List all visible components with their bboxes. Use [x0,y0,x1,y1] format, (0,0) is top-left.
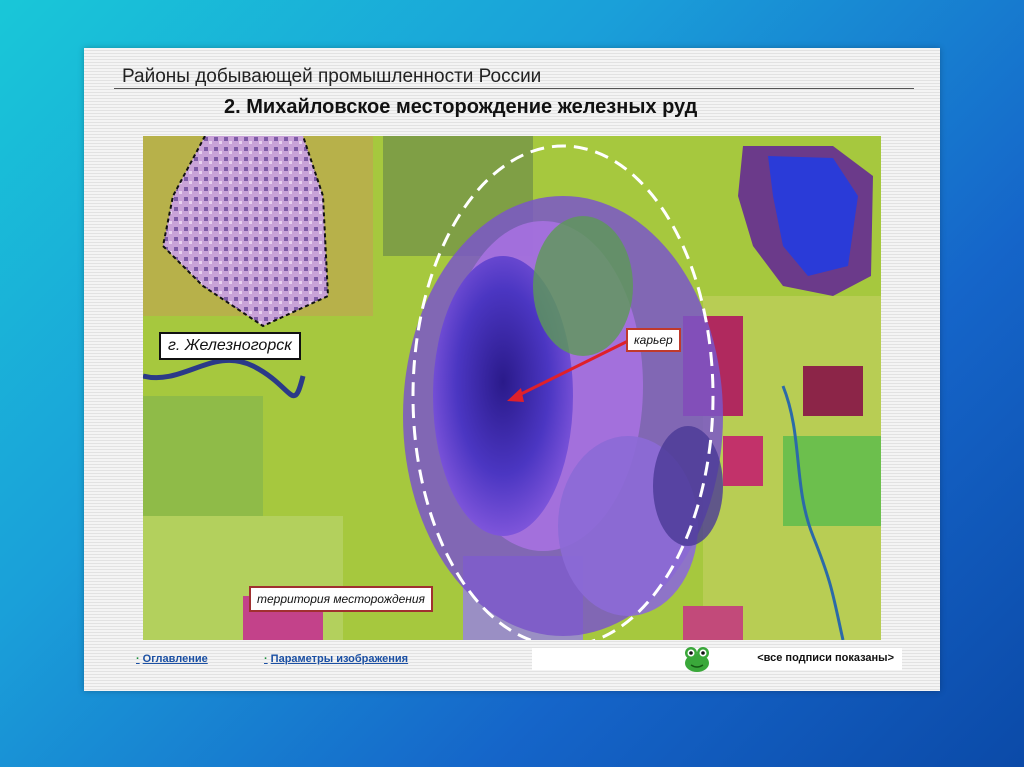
link-bullet: · [136,653,140,665]
table-of-contents-link[interactable]: · Оглавление [136,653,208,665]
city-label: г. Железногорск [159,332,301,360]
footer-bar: · Оглавление · Параметры изображения <все … [84,645,940,675]
captions-panel: <все подписи показаны> [532,647,902,672]
toc-link-label: Оглавление [142,653,208,665]
slide-panel: Районы добывающей промышленности России … [84,48,940,691]
pit-label: карьер [626,328,681,352]
field-territory-label: территория месторождения [249,586,433,612]
params-link-label: Параметры изображения [270,653,409,665]
image-parameters-link[interactable]: · Параметры изображения [264,653,408,665]
link-bullet: · [264,653,268,665]
satellite-map: г. Железногорск карьер территория местор… [143,136,881,640]
slide-subtitle: 2. Михайловское месторождение железных р… [224,96,698,118]
header-divider [114,88,914,89]
captions-status-toggle[interactable]: <все подписи показаны> [757,652,894,664]
header-title: Районы добывающей промышленности России [122,66,542,87]
satellite-image [143,136,881,640]
frog-toggle-icon[interactable] [682,644,712,679]
